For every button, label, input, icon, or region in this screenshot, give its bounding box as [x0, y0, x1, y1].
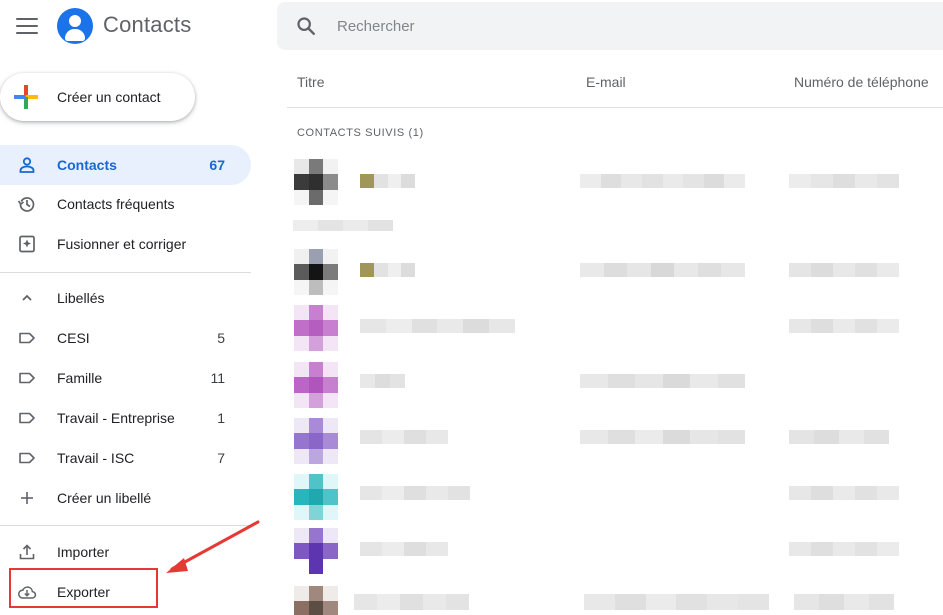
- contact-phone-blurred: [789, 430, 889, 444]
- create-contact-label: Créer un contact: [57, 89, 161, 105]
- export-highlight-box: [9, 568, 158, 608]
- contact-name-blurred: [360, 263, 415, 277]
- table-row[interactable]: [287, 472, 943, 522]
- contact-name-blurred: [360, 174, 415, 188]
- contact-name-blurred: [354, 594, 469, 610]
- history-icon: [17, 197, 35, 212]
- chevron-up-icon: [22, 294, 32, 301]
- sidebar-label-count: 1: [217, 410, 225, 426]
- section-label: CONTACTS SUIVIS (1): [297, 127, 424, 139]
- label-icon: [19, 452, 35, 464]
- contact-phone-blurred: [789, 486, 899, 500]
- contact-email-blurred: [580, 374, 745, 388]
- contact-name-blurred: [360, 374, 405, 388]
- contact-email-blurred: [584, 594, 769, 610]
- sidebar-item-label: Contacts fréquents: [57, 196, 175, 212]
- contact-email-blurred: [580, 174, 745, 188]
- avatar: [294, 159, 338, 205]
- search-bar[interactable]: [277, 2, 943, 50]
- avatar: [294, 249, 338, 295]
- label-icon: [19, 332, 35, 344]
- contact-subtext-blurred: [293, 220, 393, 231]
- sidebar-label-travail-isc[interactable]: Travail - ISC 7: [0, 438, 251, 478]
- sidebar-item-frequent[interactable]: Contacts fréquents: [0, 184, 251, 224]
- sidebar-label-text: CESI: [57, 330, 90, 346]
- avatar: [294, 418, 338, 464]
- contact-email-blurred: [580, 430, 745, 444]
- column-header-phone[interactable]: Numéro de téléphone: [794, 74, 929, 90]
- sidebar-item-label: Contacts: [57, 157, 117, 173]
- label-icon: [19, 372, 35, 384]
- column-header-title[interactable]: Titre: [297, 74, 324, 90]
- sidebar-divider: [0, 272, 251, 273]
- label-icon: [19, 412, 35, 424]
- sidebar-label-famille[interactable]: Famille 11: [0, 358, 251, 398]
- sidebar-label-count: 5: [217, 330, 225, 346]
- table-row[interactable]: [287, 247, 943, 297]
- merge-fix-icon: [19, 235, 35, 253]
- contact-name-blurred: [360, 430, 448, 444]
- search-icon[interactable]: [295, 15, 317, 37]
- contact-name-blurred: [360, 319, 515, 333]
- sidebar-label-text: Famille: [57, 370, 103, 386]
- main-menu-button[interactable]: [14, 14, 40, 38]
- sidebar-label-count: 11: [210, 370, 225, 386]
- contact-email-blurred: [580, 263, 745, 277]
- plus-icon: [14, 85, 38, 109]
- column-header-email[interactable]: E-mail: [586, 74, 626, 90]
- sidebar-label-travail-entreprise[interactable]: Travail - Entreprise 1: [0, 398, 251, 438]
- table-header-divider: [287, 107, 943, 108]
- import-label: Importer: [57, 544, 110, 560]
- sidebar-item-label: Fusionner et corriger: [57, 236, 187, 252]
- avatar: [294, 305, 338, 351]
- app-title: Contacts: [103, 12, 192, 37]
- sidebar-item-contacts[interactable]: Contacts 67: [0, 145, 251, 185]
- contact-phone-blurred: [789, 174, 899, 188]
- sidebar-label-count: 7: [217, 450, 225, 466]
- sidebar-label-cesi[interactable]: CESI 5: [0, 318, 251, 358]
- plus-icon: [21, 492, 33, 504]
- contact-phone-blurred: [794, 594, 894, 610]
- labels-section-toggle[interactable]: Libellés: [0, 278, 251, 318]
- annotation-arrow-icon: [166, 520, 260, 573]
- create-label-button[interactable]: Créer un libellé: [0, 478, 251, 518]
- search-input[interactable]: [337, 14, 837, 38]
- person-icon: [19, 157, 35, 173]
- avatar: [294, 362, 338, 408]
- sidebar-item-count: 67: [209, 157, 225, 173]
- contact-phone-blurred: [789, 319, 899, 333]
- create-contact-button[interactable]: Créer un contact: [0, 73, 195, 121]
- avatar: [294, 474, 338, 520]
- table-row[interactable]: [287, 528, 943, 578]
- table-row[interactable]: [287, 416, 943, 466]
- create-label-text: Créer un libellé: [57, 490, 152, 506]
- table-row[interactable]: [287, 157, 943, 207]
- contact-name-blurred: [360, 486, 470, 500]
- avatar: [294, 586, 338, 615]
- avatar: [294, 528, 338, 574]
- table-row[interactable]: [287, 303, 943, 353]
- labels-header: Libellés: [57, 290, 105, 306]
- contact-phone-blurred: [789, 263, 899, 277]
- hamburger-menu-icon: [16, 18, 38, 20]
- table-row[interactable]: [287, 584, 943, 615]
- upload-icon: [19, 544, 35, 560]
- sidebar-label-text: Travail - Entreprise: [57, 410, 175, 426]
- table-row[interactable]: [287, 360, 943, 410]
- sidebar-item-merge[interactable]: Fusionner et corriger: [0, 224, 251, 264]
- contacts-logo-icon: [57, 8, 93, 44]
- sidebar-label-text: Travail - ISC: [57, 450, 135, 466]
- contact-phone-blurred: [789, 542, 899, 556]
- contact-name-blurred: [360, 542, 448, 556]
